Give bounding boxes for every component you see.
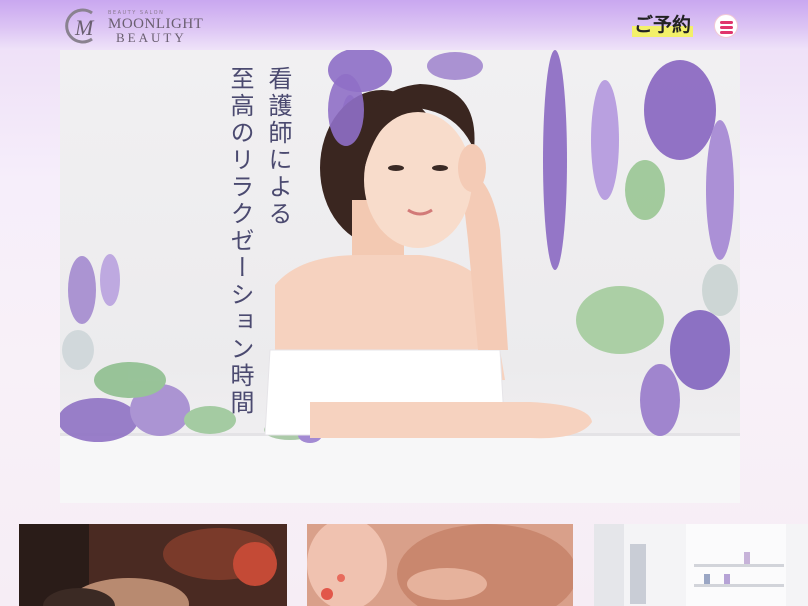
woman-figure xyxy=(264,74,592,439)
woman-with-wisteria-photo xyxy=(60,50,740,503)
reserve-button[interactable]: ご予約 xyxy=(632,13,694,37)
catch-copy-line-2: 至高のリラクゼーション時間 xyxy=(226,66,254,417)
logo-line-2: BEAUTY xyxy=(116,30,187,45)
feature-card[interactable] xyxy=(594,524,808,606)
logo-mark-letter: M xyxy=(74,15,95,40)
feature-card[interactable] xyxy=(19,524,287,606)
menu-bar xyxy=(720,26,733,29)
hero-banner: 看護師による 至高のリラクゼーション時間 xyxy=(60,50,740,503)
site-header: M BEAUTY SALON MOONLIGHT BEAUTY ご予約 xyxy=(0,0,808,50)
face-massage-photo xyxy=(19,524,287,606)
salon-interior-photo xyxy=(594,524,808,606)
back-massage-photo xyxy=(307,524,573,606)
feature-card[interactable] xyxy=(307,524,573,606)
catch-copy-line-1: 看護師による xyxy=(264,66,292,228)
menu-bar xyxy=(720,21,733,24)
logo-mark-icon: M xyxy=(65,8,95,44)
menu-bar xyxy=(720,31,733,34)
hamburger-menu-icon[interactable] xyxy=(714,14,738,38)
site-logo[interactable]: M BEAUTY SALON MOONLIGHT BEAUTY xyxy=(62,6,203,46)
